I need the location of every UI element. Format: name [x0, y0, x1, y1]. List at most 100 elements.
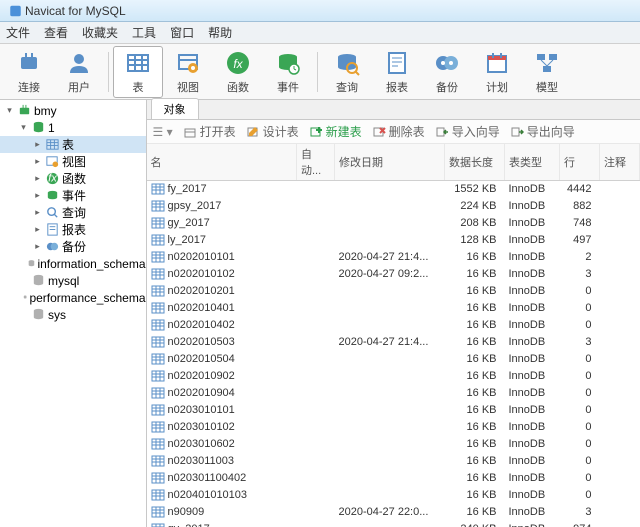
table-row[interactable]: gy_2017208 KBInnoDB748 — [147, 215, 640, 232]
table-row[interactable]: gpsy_2017224 KBInnoDB882 — [147, 198, 640, 215]
tree-item[interactable]: performance_schema — [0, 289, 146, 306]
actionbar: ☰ ▾ 打开表设计表新建表删除表导入向导导出向导 — [147, 120, 640, 144]
tree-item[interactable]: ▸表 — [0, 136, 146, 153]
toolbar-label: 事件 — [277, 79, 299, 95]
tree-item[interactable]: ▸备份 — [0, 238, 146, 255]
toolbar-query[interactable]: 查询 — [322, 46, 372, 98]
cell-auto — [297, 385, 335, 402]
column-header[interactable]: 行 — [560, 144, 600, 181]
column-header[interactable]: 数据长度 — [445, 144, 505, 181]
table-row[interactable]: n020201040216 KBInnoDB0 — [147, 317, 640, 334]
tree-expand-icon[interactable]: ▸ — [32, 207, 43, 218]
tree-item[interactable]: sys — [0, 306, 146, 323]
toolbar-user[interactable]: 用户 — [54, 46, 104, 98]
cell-auto — [297, 351, 335, 368]
tree-expand-icon[interactable]: ▸ — [32, 224, 43, 235]
toolbar-fx[interactable]: fx函数 — [213, 46, 263, 98]
toolbar-view[interactable]: 视图 — [163, 46, 213, 98]
cell-type: InnoDB — [505, 232, 560, 249]
table-icon — [151, 404, 165, 416]
table-row[interactable]: n020201020116 KBInnoDB0 — [147, 283, 640, 300]
table-icon — [151, 370, 165, 382]
table-row[interactable]: n020201050416 KBInnoDB0 — [147, 351, 640, 368]
toolbar-backup[interactable]: 备份 — [422, 46, 472, 98]
tree-expand-icon[interactable]: ▸ — [32, 190, 43, 201]
tree-item[interactable]: information_schema — [0, 255, 146, 272]
toolbar-schedule[interactable]: 计划 — [472, 46, 522, 98]
cell-comment — [600, 198, 640, 215]
tab-objects[interactable]: 对象 — [151, 98, 199, 119]
cell-comment — [600, 419, 640, 436]
table-list[interactable]: 名自动...修改日期数据长度表类型行注释 fy_20171552 KBInnoD… — [147, 144, 640, 527]
toolbar: 连接用户表视图fx函数事件 查询报表备份计划模型 — [0, 44, 640, 100]
menu-2[interactable]: 收藏夹 — [82, 24, 118, 41]
table-row[interactable]: n020201090416 KBInnoDB0 — [147, 385, 640, 402]
tree-item[interactable]: mysql — [0, 272, 146, 289]
table-row[interactable]: n02020101022020-04-27 09:2...16 KBInnoDB… — [147, 266, 640, 283]
action-export[interactable]: 导出向导 — [510, 123, 575, 140]
table-row[interactable]: qy_2017240 KBInnoDB974 — [147, 521, 640, 527]
action-dropdown-icon[interactable]: ☰ ▾ — [153, 125, 173, 139]
app-title: Navicat for MySQL — [25, 4, 126, 18]
table-row[interactable]: n02040101010316 KBInnoDB0 — [147, 487, 640, 504]
table-row[interactable]: n02020101012020-04-27 21:4...16 KBInnoDB… — [147, 249, 640, 266]
column-header[interactable]: 表类型 — [505, 144, 560, 181]
toolbar-event[interactable]: 事件 — [263, 46, 313, 98]
tree-expand-icon[interactable]: ▸ — [32, 139, 43, 150]
cell-size: 16 KB — [445, 402, 505, 419]
tree-expand-icon[interactable]: ▸ — [32, 156, 43, 167]
table-row[interactable]: fy_20171552 KBInnoDB4442 — [147, 181, 640, 198]
menu-5[interactable]: 帮助 — [208, 24, 232, 41]
table-row[interactable]: n020201040116 KBInnoDB0 — [147, 300, 640, 317]
cell-name: n0202010402 — [147, 317, 297, 334]
action-open[interactable]: 打开表 — [183, 123, 236, 140]
table-row[interactable]: n020201090216 KBInnoDB0 — [147, 368, 640, 385]
tree-collapse-icon[interactable]: ▾ — [18, 122, 29, 133]
column-header[interactable]: 自动... — [297, 144, 335, 181]
tree-item[interactable]: ▾bmy — [0, 102, 146, 119]
toolbar-label: 备份 — [436, 79, 458, 95]
tree-label: 查询 — [62, 204, 86, 221]
cell-name: n0202010904 — [147, 385, 297, 402]
tree-expand-icon[interactable]: ▸ — [32, 173, 43, 184]
db-gray-icon — [31, 274, 46, 288]
table-row[interactable]: n020301100316 KBInnoDB0 — [147, 453, 640, 470]
menu-1[interactable]: 查看 — [44, 24, 68, 41]
column-header[interactable]: 名 — [147, 144, 297, 181]
content-panel: 对象 ☰ ▾ 打开表设计表新建表删除表导入向导导出向导 名自动...修改日期数据长… — [147, 100, 640, 527]
tree-expand-icon[interactable]: ▸ — [32, 241, 43, 252]
toolbar-model[interactable]: 模型 — [522, 46, 572, 98]
tree-item[interactable]: ▸fx函数 — [0, 170, 146, 187]
menu-4[interactable]: 窗口 — [170, 24, 194, 41]
tree-item[interactable]: ▾1 — [0, 119, 146, 136]
action-delete[interactable]: 删除表 — [372, 123, 425, 140]
action-design[interactable]: 设计表 — [246, 123, 299, 140]
backup-icon — [45, 240, 60, 254]
column-header[interactable]: 注释 — [600, 144, 640, 181]
tree-item[interactable]: ▸事件 — [0, 187, 146, 204]
tree-item[interactable]: ▸视图 — [0, 153, 146, 170]
tree-item[interactable]: ▸ 查询 — [0, 204, 146, 221]
table-row[interactable]: n02030110040216 KBInnoDB0 — [147, 470, 640, 487]
toolbar-table[interactable]: 表 — [113, 46, 163, 98]
cell-comment — [600, 266, 640, 283]
table-row[interactable]: n020301060216 KBInnoDB0 — [147, 436, 640, 453]
toolbar-plug[interactable]: 连接 — [4, 46, 54, 98]
column-header[interactable]: 修改日期 — [335, 144, 445, 181]
table-row[interactable]: n909092020-04-27 22:0...16 KBInnoDB3 — [147, 504, 640, 521]
sidebar-tree[interactable]: ▾bmy▾1▸表▸视图▸fx函数▸事件▸查询▸报表▸备份information_… — [0, 100, 147, 527]
report-icon — [383, 49, 411, 77]
action-new[interactable]: 新建表 — [309, 123, 362, 140]
tree-collapse-icon[interactable]: ▾ — [4, 105, 15, 116]
toolbar-report[interactable]: 报表 — [372, 46, 422, 98]
menu-3[interactable]: 工具 — [132, 24, 156, 41]
tree-label: mysql — [48, 274, 79, 288]
table-row[interactable]: n02020105032020-04-27 21:4...16 KBInnoDB… — [147, 334, 640, 351]
action-import[interactable]: 导入向导 — [435, 123, 500, 140]
tree-item[interactable]: ▸报表 — [0, 221, 146, 238]
cell-auto — [297, 470, 335, 487]
menu-0[interactable]: 文件 — [6, 24, 30, 41]
table-row[interactable]: ly_2017128 KBInnoDB497 — [147, 232, 640, 249]
table-row[interactable]: n020301010116 KBInnoDB0 — [147, 402, 640, 419]
table-row[interactable]: n020301010216 KBInnoDB0 — [147, 419, 640, 436]
